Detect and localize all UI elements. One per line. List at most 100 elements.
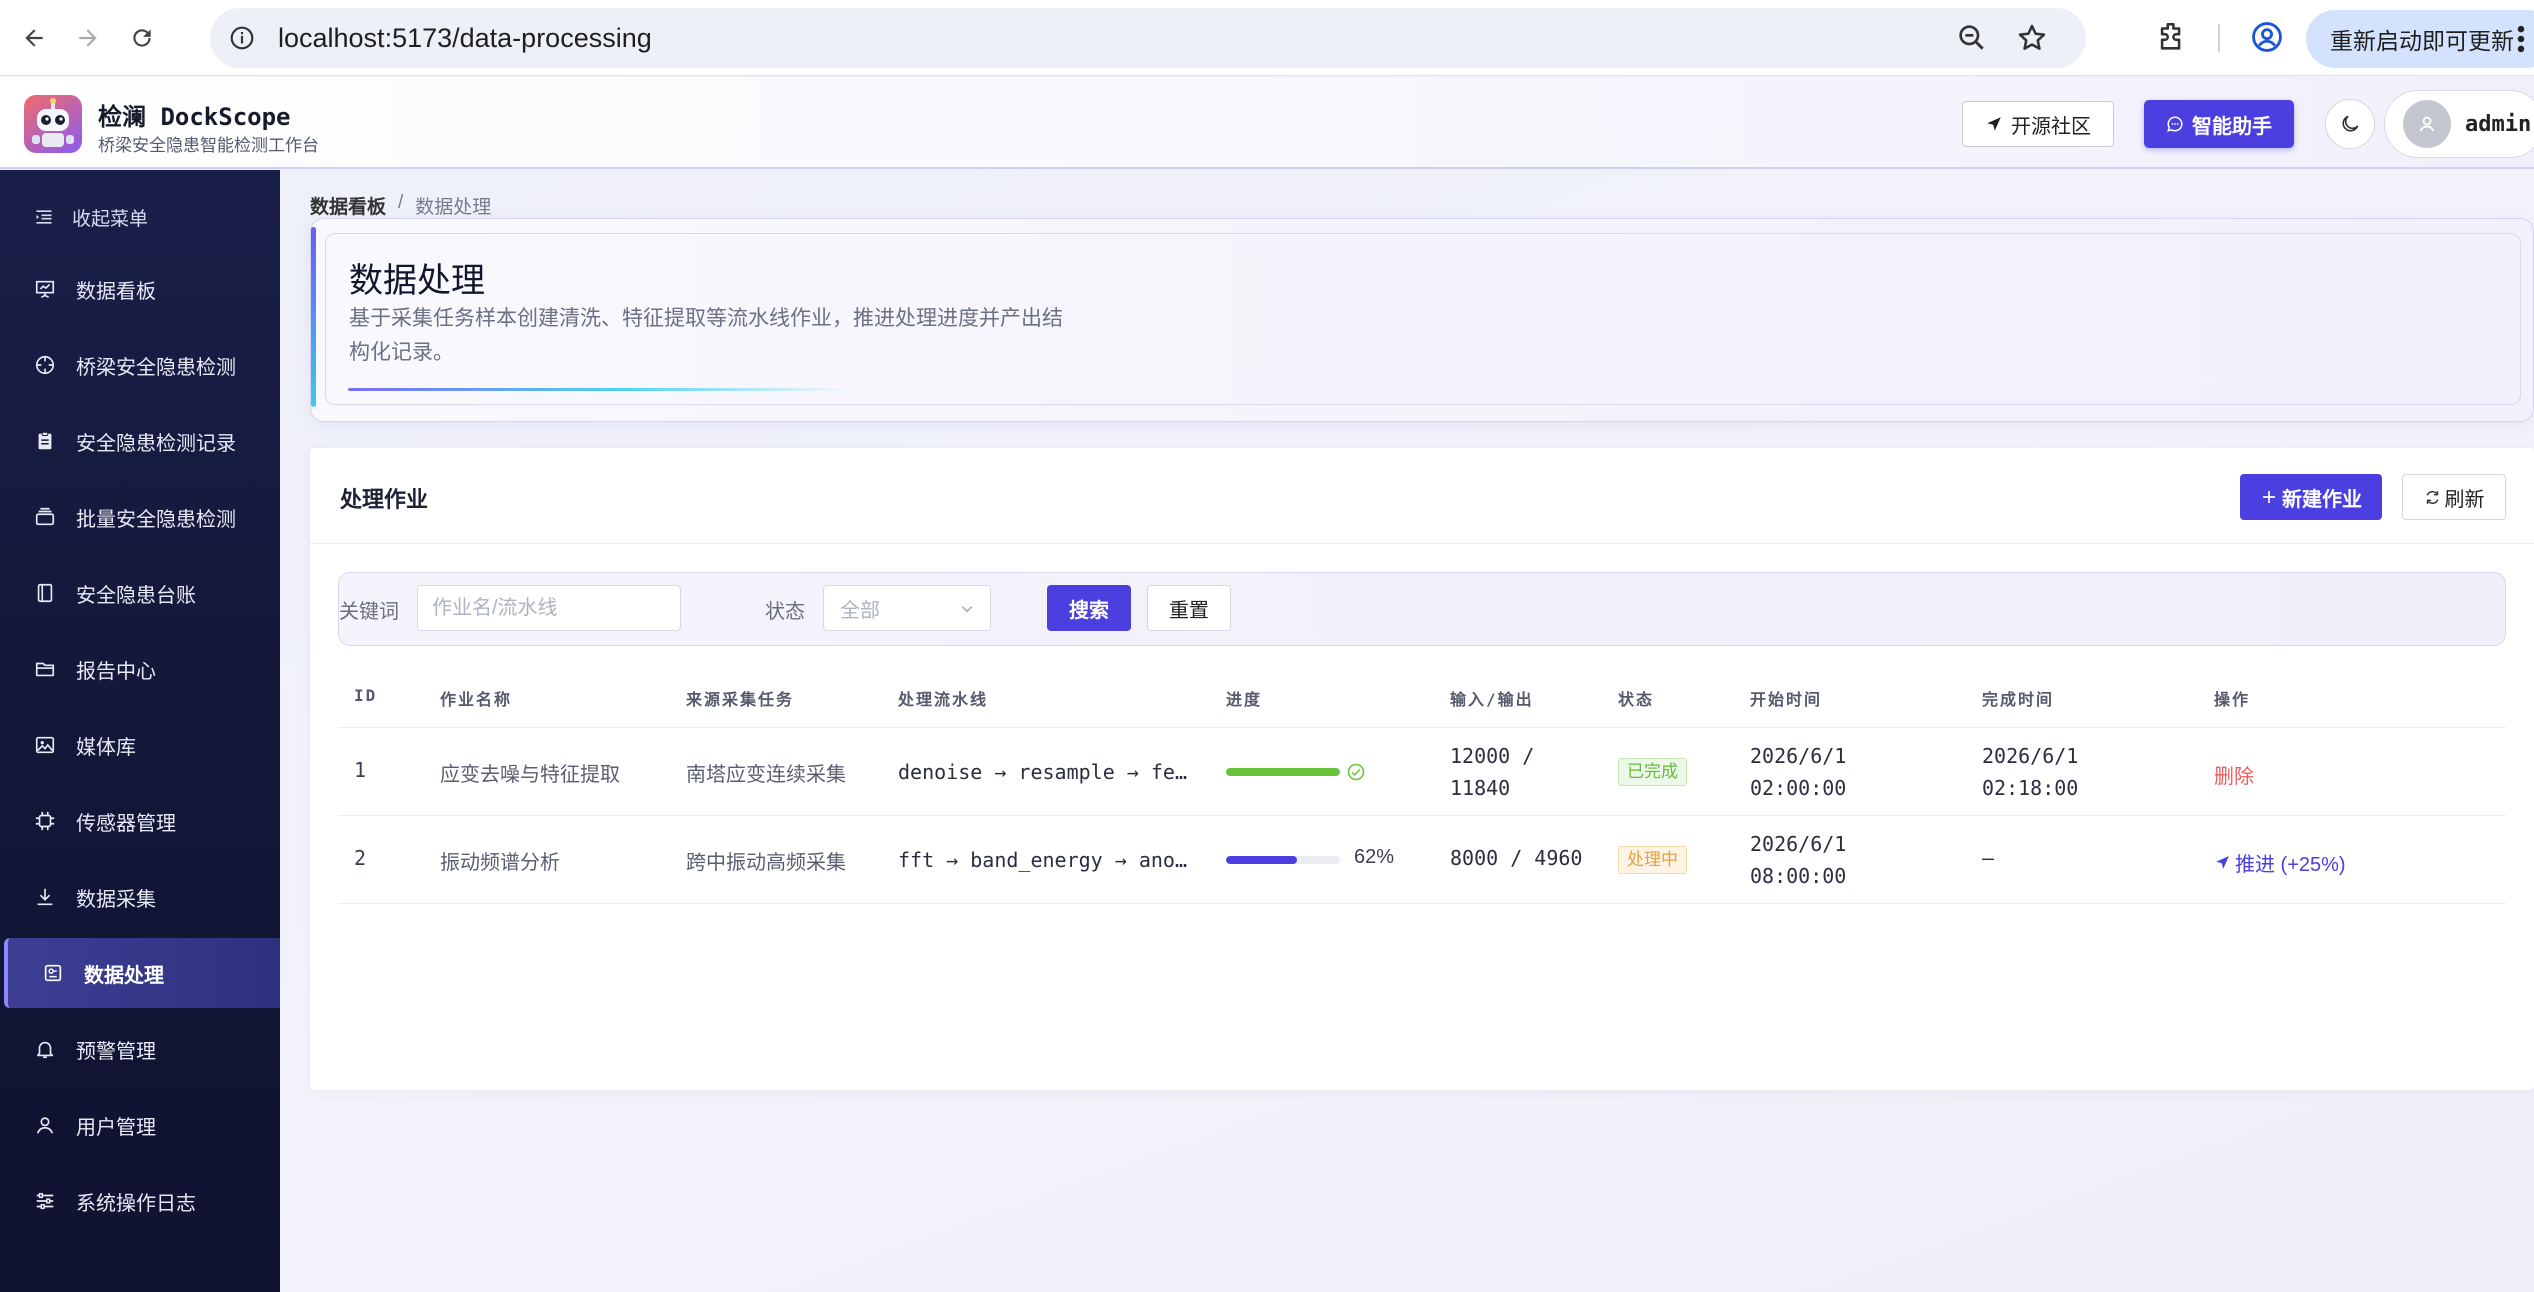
sidebar-item-hazard-ledger[interactable]: 安全隐患台账	[0, 558, 280, 628]
sidebar-item-operation-log[interactable]: 系统操作日志	[0, 1166, 280, 1236]
sidebar-item-sensor-management[interactable]: 传感器管理	[0, 786, 280, 856]
filter-bar: 关键词 状态 全部 搜索 重置	[338, 572, 2506, 646]
breadcrumb-current: 数据处理	[415, 197, 492, 218]
collapse-menu-button[interactable]: 收起菜单	[0, 182, 280, 252]
keyword-input[interactable]	[417, 585, 681, 631]
sidebar-item-label: 安全隐患检测记录	[76, 432, 236, 455]
sidebar-item-label: 批量安全隐患检测	[76, 508, 236, 531]
stack-icon	[35, 507, 55, 526]
chevron-down-icon	[961, 606, 973, 613]
sidebar-item-label: 数据看板	[76, 280, 156, 303]
progress-bar	[1226, 856, 1340, 864]
column-header-io: 输入/输出	[1450, 690, 1534, 709]
status-select-value: 全部	[840, 599, 880, 622]
sidebar-item-alert-management[interactable]: 预警管理	[0, 1014, 280, 1084]
breadcrumb: 数据看板 / 数据处理	[310, 192, 491, 219]
sidebar-item-bridge-detection[interactable]: 桥梁安全隐患检测	[0, 330, 280, 400]
new-job-button[interactable]: 新建作业	[2240, 474, 2382, 520]
username: admin	[2465, 111, 2532, 137]
page-title: 数据处理	[349, 261, 485, 301]
target-icon	[35, 355, 55, 375]
sidebar-item-batch-detection[interactable]: 批量安全隐患检测	[0, 482, 280, 552]
sidebar-item-label: 预警管理	[76, 1040, 156, 1063]
page-hero: 数据处理 基于采集任务样本创建清洗、特征提取等流水线作业，推进处理进度并产出结构…	[310, 218, 2534, 422]
delete-button[interactable]: 删除	[2214, 760, 2254, 789]
column-header-id: ID	[354, 686, 378, 705]
panel-title: 处理作业	[340, 487, 429, 512]
update-button[interactable]: 重新启动即可更新	[2306, 10, 2534, 68]
refresh-button[interactable]: 刷新	[2402, 474, 2506, 520]
forward-button[interactable]	[68, 18, 108, 58]
profile-icon[interactable]	[2250, 20, 2284, 54]
bookmark-star-icon[interactable]	[2016, 22, 2048, 54]
sidebar-item-dashboard[interactable]: 数据看板	[0, 254, 280, 324]
sidebar-item-detection-records[interactable]: 安全隐患检测记录	[0, 406, 280, 476]
cell-end-time: —	[1982, 846, 1995, 870]
sidebar-item-user-management[interactable]: 用户管理	[0, 1090, 280, 1160]
chat-icon	[2167, 116, 2183, 132]
menu-fold-icon	[36, 210, 52, 224]
refresh-icon	[2426, 490, 2438, 504]
cell-job-name: 应变去噪与特征提取	[440, 762, 620, 786]
clipboard-icon	[38, 431, 52, 450]
search-button[interactable]: 搜索	[1047, 585, 1131, 631]
extensions-icon[interactable]	[2155, 20, 2189, 54]
reset-button[interactable]: 重置	[1147, 585, 1231, 631]
community-label: 开源社区	[2011, 115, 2091, 138]
cell-start-clock: 02:00:00	[1750, 776, 1847, 800]
cell-id: 2	[354, 846, 367, 870]
chart-board-icon	[35, 280, 55, 298]
column-header-start-time: 开始时间	[1750, 690, 1823, 709]
panel-header: 处理作业 新建作业 刷新	[310, 448, 2534, 544]
browser-toolbar: localhost:5173/data-processing 重新启动即可更新	[0, 0, 2534, 76]
cell-end-time: 2026/6/1 02:18:00	[1982, 740, 2078, 804]
cell-source-task: 南塔应变连续采集	[686, 762, 846, 786]
send-icon	[2216, 856, 2229, 869]
status-select[interactable]: 全部	[823, 585, 991, 631]
url-text[interactable]: localhost:5173/data-processing	[278, 23, 652, 54]
cell-end-clock: 02:18:00	[1982, 776, 2079, 800]
check-circle-icon	[1347, 763, 1365, 781]
page-description: 基于采集任务样本创建清洗、特征提取等流水线作业，推进处理进度并产出结构化记录。	[349, 306, 1063, 364]
table-row: 1 应变去噪与特征提取 南塔应变连续采集 denoise → resample …	[338, 728, 2506, 816]
sidebar-item-label: 数据采集	[76, 888, 156, 911]
advance-button[interactable]: 推进 (+25%)	[2214, 848, 2346, 877]
processing-icon	[44, 964, 62, 982]
cell-io: 12000 / 11840	[1450, 740, 1534, 804]
column-header-actions: 操作	[2214, 690, 2251, 709]
table-row: 2 振动频谱分析 跨中振动高频采集 fft → band_energy → an…	[338, 816, 2506, 904]
column-header-pipeline: 处理流水线	[898, 690, 989, 709]
column-header-name: 作业名称	[440, 690, 513, 709]
theme-toggle-button[interactable]	[2325, 99, 2375, 149]
advance-label: 推进 (+25%)	[2235, 854, 2346, 876]
cell-id: 1	[354, 758, 367, 782]
brand-title: 检澜 DockScope	[98, 103, 291, 131]
more-menu-icon[interactable]	[2514, 22, 2528, 56]
sidebar-item-label: 数据处理	[84, 964, 164, 987]
assistant-label: 智能助手	[2192, 115, 2272, 138]
sidebar-item-data-collection[interactable]: 数据采集	[0, 862, 280, 932]
breadcrumb-separator: /	[398, 192, 404, 213]
open-source-community-button[interactable]: 开源社区	[1962, 101, 2114, 147]
address-bar[interactable]: localhost:5173/data-processing	[210, 8, 2086, 68]
sidebar-item-media-library[interactable]: 媒体库	[0, 710, 280, 780]
smart-assistant-button[interactable]: 智能助手	[2144, 100, 2294, 148]
progress-bar	[1226, 768, 1340, 776]
back-button[interactable]	[14, 18, 54, 58]
cell-source-task: 跨中振动高频采集	[686, 850, 846, 874]
sidebar-item-label: 用户管理	[76, 1116, 156, 1139]
zoom-icon[interactable]	[1956, 22, 1988, 54]
moon-icon	[2342, 115, 2359, 132]
cell-start-date: 2026/6/1	[1750, 744, 1847, 768]
reload-button[interactable]	[122, 18, 162, 58]
user-menu[interactable]: admin	[2384, 90, 2534, 158]
cell-pipeline: denoise → resample → feature_extract	[898, 760, 1198, 784]
sidebar-item-report-center[interactable]: 报告中心	[0, 634, 280, 704]
breadcrumb-home[interactable]: 数据看板	[310, 192, 386, 219]
site-info-icon[interactable]	[228, 24, 256, 52]
column-header-end-time: 完成时间	[1982, 690, 2055, 709]
sidebar-item-label: 系统操作日志	[76, 1192, 196, 1215]
refresh-label: 刷新	[2444, 488, 2485, 511]
sidebar-item-data-processing[interactable]: 数据处理	[4, 938, 280, 1008]
sidebar-item-label: 媒体库	[76, 736, 136, 759]
